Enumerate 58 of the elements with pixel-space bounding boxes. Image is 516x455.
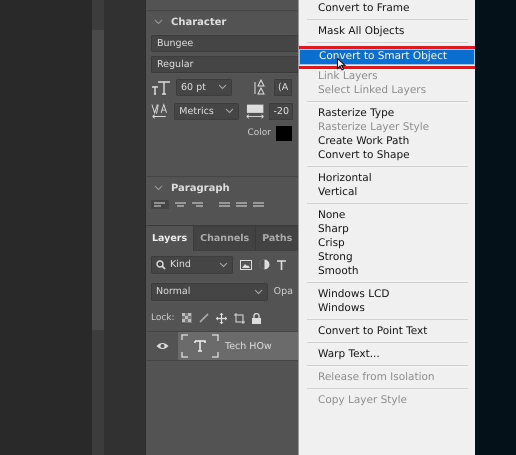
pointer-cursor-icon bbox=[337, 58, 346, 71]
layer-item[interactable]: Tech HOw bbox=[178, 332, 298, 360]
panel-title: Character bbox=[171, 16, 226, 28]
font-style-field[interactable]: Regular bbox=[151, 56, 298, 73]
justify-center-icon[interactable] bbox=[236, 202, 247, 208]
menu-item[interactable]: Convert to Smart Object bbox=[299, 49, 475, 65]
menu-item[interactable]: Convert to Shape bbox=[299, 148, 475, 162]
font-size-icon bbox=[151, 80, 171, 94]
menu-item[interactable]: Strong bbox=[299, 250, 475, 264]
dropdown-chevron-icon bbox=[225, 108, 234, 114]
menu-item[interactable]: Windows bbox=[299, 301, 475, 315]
collapse-chevron-icon[interactable] bbox=[154, 185, 163, 191]
artboard-icon[interactable] bbox=[234, 312, 245, 324]
align-left-icon[interactable] bbox=[151, 200, 169, 209]
color-swatch[interactable] bbox=[276, 126, 292, 140]
panel-tab[interactable]: Layers bbox=[146, 226, 194, 251]
menu-item[interactable]: Crisp bbox=[299, 236, 475, 250]
menu-item[interactable]: Mask All Objects bbox=[299, 24, 475, 38]
tracking-icon bbox=[246, 104, 264, 118]
text-layer-thumbnail-icon bbox=[181, 334, 219, 358]
menu-item[interactable]: Windows LCD bbox=[299, 287, 475, 301]
align-right-icon[interactable] bbox=[192, 202, 203, 208]
adjustment-filter-icon[interactable] bbox=[259, 259, 270, 270]
blend-mode-field[interactable]: Normal bbox=[156, 286, 190, 297]
menu-item[interactable]: Vertical bbox=[299, 185, 475, 199]
type-filter-icon[interactable] bbox=[277, 260, 286, 270]
lock-transparency-icon[interactable] bbox=[182, 313, 192, 323]
collapse-chevron-icon[interactable] bbox=[154, 19, 163, 25]
lock-label: Lock: bbox=[151, 313, 175, 323]
dropdown-chevron-icon bbox=[219, 262, 228, 268]
align-center-icon[interactable] bbox=[175, 202, 186, 208]
panel-tab[interactable]: Channels bbox=[194, 226, 256, 251]
menu-item[interactable]: Smooth bbox=[299, 264, 475, 278]
layer-name: Tech HOw bbox=[225, 340, 272, 352]
color-label: Color bbox=[248, 128, 271, 138]
scrollbar-thumb[interactable] bbox=[92, 30, 104, 330]
justify-right-icon[interactable] bbox=[253, 202, 264, 208]
move-icon[interactable] bbox=[216, 312, 227, 324]
image-filter-icon[interactable] bbox=[240, 260, 252, 270]
menu-item[interactable]: Create Work Path bbox=[299, 134, 475, 148]
menu-item[interactable]: Sharp bbox=[299, 222, 475, 236]
lock-icon[interactable] bbox=[252, 312, 261, 324]
menu-item[interactable]: Rasterize Type bbox=[299, 106, 475, 120]
panel-title: Paragraph bbox=[171, 182, 230, 194]
dropdown-chevron-icon bbox=[218, 84, 227, 90]
menu-item[interactable]: Warp Text... bbox=[299, 347, 475, 361]
opacity-label: Opa bbox=[274, 286, 293, 297]
brush-icon[interactable] bbox=[198, 313, 209, 323]
dropdown-chevron-icon bbox=[254, 288, 263, 294]
font-family-field[interactable]: Bungee bbox=[151, 35, 298, 52]
menu-item[interactable]: Horizontal bbox=[299, 171, 475, 185]
menu-item[interactable]: Convert to Frame bbox=[299, 1, 475, 15]
justify-left-icon[interactable] bbox=[219, 202, 230, 208]
menu-item[interactable]: Convert to Point Text bbox=[299, 324, 475, 338]
menu-item[interactable]: None bbox=[299, 208, 475, 222]
kerning-icon bbox=[151, 103, 170, 119]
search-icon bbox=[156, 260, 166, 270]
eye-icon[interactable] bbox=[156, 342, 168, 350]
